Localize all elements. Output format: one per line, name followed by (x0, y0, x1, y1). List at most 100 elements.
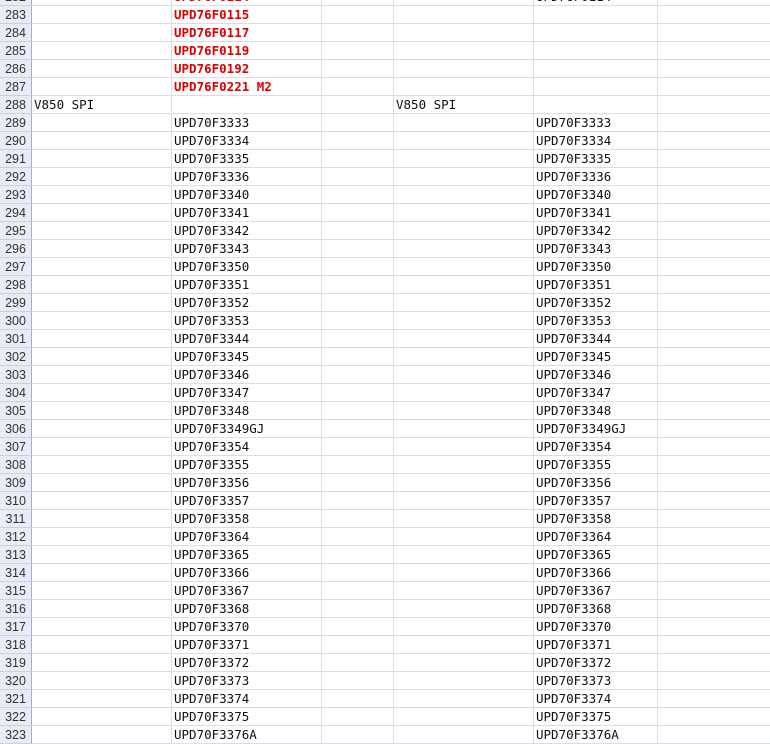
cell-col-c[interactable] (322, 240, 394, 258)
cell-col-c[interactable] (322, 636, 394, 654)
cell-col-c[interactable] (322, 600, 394, 618)
cell-col-e[interactable] (534, 24, 658, 42)
cell-col-e[interactable]: UPD70F3372 (534, 654, 658, 672)
cell-col-f[interactable] (658, 312, 770, 330)
cell-col-a[interactable] (32, 348, 172, 366)
cell-col-c[interactable] (322, 204, 394, 222)
cell-col-a[interactable] (32, 402, 172, 420)
cell-col-d[interactable] (394, 6, 534, 24)
cell-col-d[interactable] (394, 690, 534, 708)
cell-col-d[interactable] (394, 114, 534, 132)
cell-col-e[interactable]: UPD70F3352 (534, 294, 658, 312)
cell-col-b[interactable]: UPD76F0119 (172, 42, 322, 60)
cell-col-d[interactable] (394, 258, 534, 276)
cell-col-c[interactable] (322, 384, 394, 402)
row-header[interactable]: 310 (0, 492, 32, 510)
cell-col-b[interactable]: UPD70F3347 (172, 384, 322, 402)
cell-col-d[interactable] (394, 438, 534, 456)
cell-col-a[interactable] (32, 420, 172, 438)
cell-col-d[interactable] (394, 402, 534, 420)
cell-col-c[interactable] (322, 420, 394, 438)
cell-col-b[interactable]: UPD70F3354 (172, 438, 322, 456)
cell-col-d[interactable] (394, 312, 534, 330)
cell-col-f[interactable] (658, 654, 770, 672)
row-header[interactable]: 300 (0, 312, 32, 330)
cell-col-f[interactable] (658, 600, 770, 618)
cell-col-f[interactable] (658, 204, 770, 222)
cell-col-d[interactable] (394, 132, 534, 150)
cell-col-c[interactable] (322, 330, 394, 348)
cell-col-e[interactable]: UPD70F3366 (534, 564, 658, 582)
row-header[interactable]: 285 (0, 42, 32, 60)
cell-col-e[interactable]: UPD70F3375 (534, 708, 658, 726)
cell-col-b[interactable]: UPD70F3345 (172, 348, 322, 366)
row-header[interactable]: 297 (0, 258, 32, 276)
cell-col-d[interactable] (394, 186, 534, 204)
cell-col-e[interactable]: UPD70F3347 (534, 384, 658, 402)
cell-col-a[interactable] (32, 366, 172, 384)
cell-col-d[interactable] (394, 672, 534, 690)
row-header[interactable]: 292 (0, 168, 32, 186)
row-header[interactable]: 289 (0, 114, 32, 132)
cell-col-e[interactable] (534, 6, 658, 24)
row-header[interactable]: 308 (0, 456, 32, 474)
cell-col-c[interactable] (322, 402, 394, 420)
cell-col-a[interactable] (32, 690, 172, 708)
cell-col-f[interactable] (658, 240, 770, 258)
cell-col-a[interactable] (32, 726, 172, 744)
cell-col-f[interactable] (658, 402, 770, 420)
cell-col-d[interactable] (394, 510, 534, 528)
row-header[interactable]: 314 (0, 564, 32, 582)
row-header[interactable]: 302 (0, 348, 32, 366)
row-header[interactable]: 306 (0, 420, 32, 438)
cell-col-e[interactable]: UPD70F3346 (534, 366, 658, 384)
cell-col-f[interactable] (658, 492, 770, 510)
cell-col-b[interactable] (172, 96, 322, 114)
cell-col-e[interactable]: UPD70F3335 (534, 150, 658, 168)
cell-col-b[interactable]: UPD70F3374 (172, 690, 322, 708)
cell-col-f[interactable] (658, 276, 770, 294)
cell-col-f[interactable] (658, 582, 770, 600)
cell-col-c[interactable] (322, 114, 394, 132)
cell-col-b[interactable]: UPD70F3349GJ (172, 420, 322, 438)
cell-col-d[interactable] (394, 168, 534, 186)
cell-col-d[interactable] (394, 348, 534, 366)
cell-col-a[interactable] (32, 132, 172, 150)
cell-col-d[interactable] (394, 60, 534, 78)
cell-col-c[interactable] (322, 258, 394, 276)
cell-col-c[interactable] (322, 708, 394, 726)
cell-col-a[interactable] (32, 78, 172, 96)
cell-col-e[interactable]: UPD70F3349GJ (534, 420, 658, 438)
cell-col-a[interactable] (32, 222, 172, 240)
cell-col-d[interactable] (394, 564, 534, 582)
cell-col-d[interactable] (394, 636, 534, 654)
cell-col-d[interactable] (394, 492, 534, 510)
cell-col-c[interactable] (322, 6, 394, 24)
cell-col-e[interactable]: UPD70F3373 (534, 672, 658, 690)
cell-col-c[interactable] (322, 132, 394, 150)
cell-col-c[interactable] (322, 312, 394, 330)
cell-col-f[interactable] (658, 6, 770, 24)
cell-col-c[interactable] (322, 492, 394, 510)
cell-col-f[interactable] (658, 42, 770, 60)
row-header[interactable]: 286 (0, 60, 32, 78)
cell-col-d[interactable] (394, 78, 534, 96)
cell-col-d[interactable] (394, 456, 534, 474)
cell-col-a[interactable] (32, 258, 172, 276)
row-header[interactable]: 309 (0, 474, 32, 492)
cell-col-a[interactable] (32, 492, 172, 510)
cell-col-d[interactable] (394, 240, 534, 258)
cell-col-f[interactable] (658, 618, 770, 636)
cell-col-a[interactable] (32, 276, 172, 294)
cell-col-a[interactable] (32, 294, 172, 312)
cell-col-c[interactable] (322, 474, 394, 492)
row-header[interactable]: 296 (0, 240, 32, 258)
cell-col-c[interactable] (322, 582, 394, 600)
cell-col-f[interactable] (658, 456, 770, 474)
cell-col-b[interactable]: UPD70F3365 (172, 546, 322, 564)
row-header[interactable]: 316 (0, 600, 32, 618)
cell-col-b[interactable]: UPD70F3335 (172, 150, 322, 168)
row-header[interactable]: 303 (0, 366, 32, 384)
cell-col-e[interactable]: UPD70F3358 (534, 510, 658, 528)
cell-col-a[interactable] (32, 654, 172, 672)
